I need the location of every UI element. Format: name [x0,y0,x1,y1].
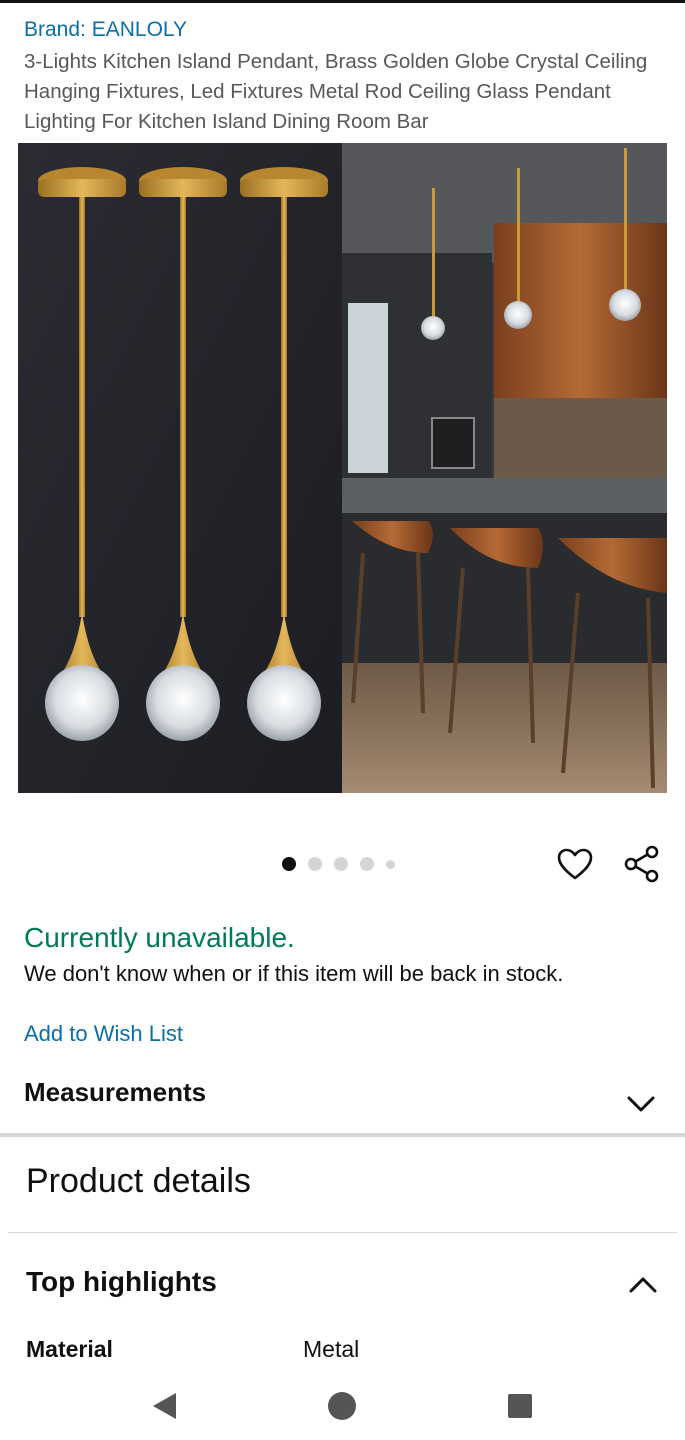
measurements-heading: Measurements [24,1077,207,1107]
share-icon [624,845,659,883]
recents-button[interactable] [498,1384,542,1428]
availability-status: Currently unavailable. [24,922,295,953]
home-button[interactable] [320,1384,364,1428]
product-title: 3-Lights Kitchen Island Pendant, Brass G… [24,50,648,133]
section-divider [8,1232,677,1233]
carousel-dot [308,857,322,871]
chevron-down-icon [627,1096,655,1112]
status-bar-edge [0,0,685,3]
recents-square-icon [508,1394,532,1418]
carousel-dot-active [282,857,296,871]
section-divider [0,1133,685,1137]
carousel-dot [386,859,395,869]
share-button[interactable] [620,842,664,886]
brand-link[interactable]: Brand: EANLOLY [24,18,187,42]
add-to-wish-list-link[interactable]: Add to Wish List [24,1021,183,1047]
back-button[interactable] [142,1384,186,1428]
measurements-section-toggle[interactable]: Measurements [0,1068,685,1134]
home-circle-icon [328,1392,356,1420]
availability-detail: We don't know when or if this item will … [24,961,564,986]
system-navigation-bar [0,1370,685,1440]
wishlist-heart-button[interactable] [553,842,597,886]
carousel-dot [360,857,374,871]
back-triangle-icon [153,1393,176,1419]
image-carousel-indicator [282,857,395,871]
highlight-name: Material [26,1336,113,1362]
highlight-value: Metal [303,1336,360,1362]
product-image[interactable] [18,143,667,793]
heart-icon [557,848,593,880]
chevron-up-icon[interactable] [626,1272,660,1298]
product-details-heading: Product details [26,1162,251,1200]
top-highlights-heading[interactable]: Top highlights [26,1266,217,1298]
carousel-dot [334,857,348,871]
